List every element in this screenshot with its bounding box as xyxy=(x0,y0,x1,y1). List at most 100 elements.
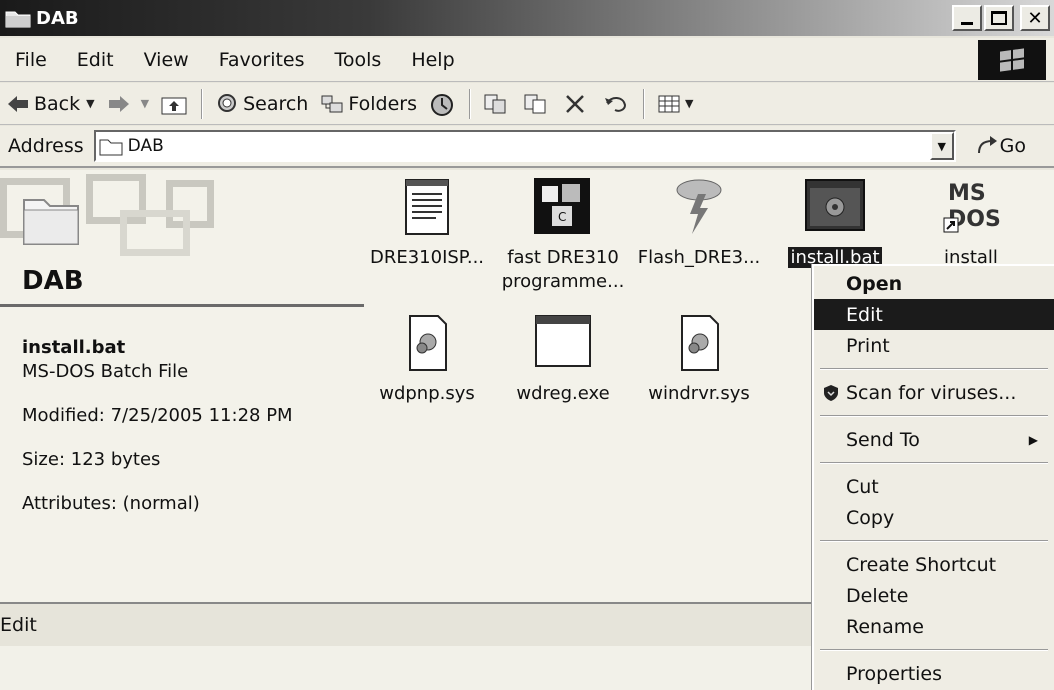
file-item[interactable]: windrvr.sys xyxy=(634,312,764,406)
views-dropdown-icon[interactable]: ▼ xyxy=(685,97,693,110)
divider xyxy=(0,304,364,307)
address-label: Address xyxy=(8,135,84,157)
up-folder-icon xyxy=(161,93,187,115)
toolbar-separator xyxy=(468,88,471,119)
address-value: DAB xyxy=(127,136,164,156)
move-to-icon xyxy=(483,93,507,115)
file-item[interactable]: MS DOS install xyxy=(906,176,1036,270)
system-file-icon xyxy=(664,312,734,374)
context-print-label: Print xyxy=(846,334,890,357)
move-to-button[interactable] xyxy=(477,87,517,121)
menu-view[interactable]: View xyxy=(129,49,204,71)
file-item[interactable]: wdpnp.sys xyxy=(362,312,492,406)
back-arrow-icon xyxy=(6,93,30,115)
folder-icon xyxy=(98,135,124,157)
file-item[interactable]: install.bat xyxy=(770,176,900,270)
address-bar: Address DAB ▼ Go xyxy=(0,126,1054,168)
title-bar[interactable]: DAB ✕ xyxy=(0,0,1054,36)
menu-separator xyxy=(820,415,1048,417)
context-edit-label: Edit xyxy=(846,303,883,326)
folder-icon xyxy=(4,8,32,28)
menu-favorites[interactable]: Favorites xyxy=(204,49,320,71)
svg-text:MS: MS xyxy=(948,181,986,206)
context-edit[interactable]: Edit xyxy=(814,299,1054,330)
up-folder-button[interactable] xyxy=(155,87,195,121)
file-label: wdpnp.sys xyxy=(379,383,475,404)
file-label: Flash_DRE3... xyxy=(637,247,761,268)
address-dropdown-button[interactable]: ▼ xyxy=(929,132,954,160)
forward-arrow-icon xyxy=(107,93,131,115)
context-print[interactable]: Print xyxy=(814,330,1054,361)
batch-file-icon xyxy=(800,176,870,238)
history-button[interactable] xyxy=(423,87,463,121)
minimize-icon xyxy=(961,21,973,25)
file-label: windrvr.sys xyxy=(648,383,750,404)
file-label: wdreg.exe xyxy=(516,383,610,404)
back-button[interactable]: Back ▼ xyxy=(0,87,101,121)
context-rename[interactable]: Rename xyxy=(814,611,1054,642)
menu-help[interactable]: Help xyxy=(396,49,469,71)
status-text: Edit xyxy=(0,614,37,636)
window-title: DAB xyxy=(36,7,79,29)
context-create-shortcut-label: Create Shortcut xyxy=(846,553,997,576)
context-cut[interactable]: Cut xyxy=(814,471,1054,502)
menu-separator xyxy=(820,368,1048,370)
context-copy[interactable]: Copy xyxy=(814,502,1054,533)
menu-separator xyxy=(820,540,1048,542)
windows-logo-icon xyxy=(978,40,1046,80)
details-pane: DAB install.bat MS-DOS Batch File Modifi… xyxy=(0,170,365,602)
views-grid-icon xyxy=(657,93,681,115)
undo-button[interactable] xyxy=(597,87,637,121)
context-properties[interactable]: Properties xyxy=(814,658,1054,689)
file-item[interactable]: DRE310ISP... xyxy=(362,176,492,270)
notepad-document-icon xyxy=(392,176,462,238)
toolbar: Back ▼ ▼ Search Folders ▼ xyxy=(0,83,1054,125)
context-send-to[interactable]: Send To ▶ xyxy=(814,424,1054,455)
toolbar-separator xyxy=(201,88,204,119)
chevron-down-icon: ▼ xyxy=(937,139,946,153)
ms-dos-shortcut-icon: MS DOS xyxy=(936,176,1006,238)
views-button[interactable]: ▼ xyxy=(651,87,699,121)
menu-tools[interactable]: Tools xyxy=(320,49,397,71)
menu-edit[interactable]: Edit xyxy=(62,49,129,71)
folders-button[interactable]: Folders xyxy=(314,87,423,121)
context-scan-viruses[interactable]: Scan for viruses... xyxy=(814,377,1054,408)
file-size: Size: 123 bytes xyxy=(22,449,161,470)
context-create-shortcut[interactable]: Create Shortcut xyxy=(814,549,1054,580)
folders-icon xyxy=(320,93,344,115)
exe-window-icon xyxy=(528,312,598,374)
forward-dropdown-icon[interactable]: ▼ xyxy=(141,97,149,110)
search-icon xyxy=(215,93,239,115)
close-icon: ✕ xyxy=(1027,7,1043,29)
submenu-arrow-icon: ▶ xyxy=(1028,432,1038,447)
context-open-label: Open xyxy=(846,272,903,295)
address-input[interactable]: DAB ▼ xyxy=(93,130,956,162)
menu-bar: File Edit View Favorites Tools Help xyxy=(0,38,1054,82)
menu-file[interactable]: File xyxy=(0,49,62,71)
context-open[interactable]: Open xyxy=(814,268,1054,299)
file-item[interactable]: C fast DRE310 programme... xyxy=(498,176,628,294)
copy-to-button[interactable] xyxy=(517,87,557,121)
file-item[interactable]: Flash_DRE3... xyxy=(634,176,764,270)
large-folder-icon xyxy=(20,190,82,246)
application-blocks-icon: C xyxy=(528,176,598,238)
minimize-button[interactable] xyxy=(952,5,982,31)
forward-button[interactable]: ▼ xyxy=(101,87,155,121)
delete-button[interactable] xyxy=(557,87,597,121)
folders-label: Folders xyxy=(348,92,417,115)
context-delete[interactable]: Delete xyxy=(814,580,1054,611)
flash-lightning-icon xyxy=(664,176,734,238)
go-button[interactable]: Go xyxy=(976,135,1026,157)
go-label: Go xyxy=(999,135,1027,157)
context-properties-label: Properties xyxy=(846,662,943,685)
back-dropdown-icon[interactable]: ▼ xyxy=(86,97,94,110)
context-menu: Open Edit Print Scan for viruses... Send… xyxy=(812,264,1054,690)
menu-separator xyxy=(820,649,1048,651)
context-delete-label: Delete xyxy=(846,584,909,607)
close-button[interactable]: ✕ xyxy=(1020,5,1050,31)
file-item[interactable]: wdreg.exe xyxy=(498,312,628,406)
maximize-button[interactable] xyxy=(984,5,1014,31)
history-icon xyxy=(429,93,453,116)
context-copy-label: Copy xyxy=(846,506,895,529)
search-button[interactable]: Search xyxy=(209,87,314,121)
